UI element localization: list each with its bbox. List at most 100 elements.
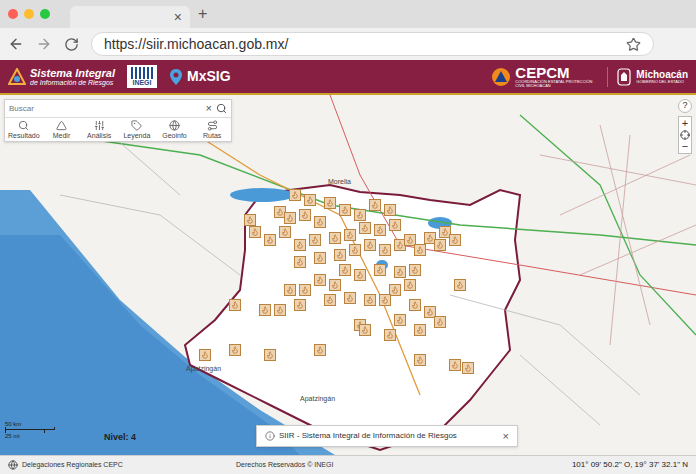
scale-bar: 50 km25 mi	[5, 421, 55, 439]
status-bar: Delegaciones Regionales CEPCDerechos Res…	[0, 455, 696, 474]
tool-button[interactable]: Medir	[43, 120, 81, 139]
search-icon[interactable]	[216, 103, 227, 114]
fire-marker-icon[interactable]	[244, 214, 256, 226]
app-window: × + https://siir.michoacan.gob.mx/Sistema …	[0, 0, 696, 474]
fire-marker-icon[interactable]	[359, 222, 371, 234]
fire-marker-icon[interactable]	[374, 224, 386, 236]
tool-button[interactable]: Rutas	[193, 120, 231, 139]
fire-marker-icon[interactable]	[339, 204, 351, 216]
fire-marker-icon[interactable]	[284, 284, 296, 296]
fire-marker-icon[interactable]	[229, 299, 241, 311]
fire-marker-icon[interactable]	[379, 244, 391, 256]
fire-marker-icon[interactable]	[359, 324, 371, 336]
fire-marker-icon[interactable]	[279, 226, 291, 238]
minimize-dot-icon[interactable]	[24, 9, 34, 19]
tool-button[interactable]: Resultado	[5, 120, 43, 139]
fire-marker-icon[interactable]	[329, 232, 341, 244]
search-clear-button[interactable]: ×	[202, 103, 216, 114]
regions-link[interactable]: Delegaciones Regionales CEPC	[22, 460, 123, 471]
search-field[interactable]: Buscar×	[5, 100, 231, 118]
fire-marker-icon[interactable]	[199, 349, 211, 361]
zoom-out-button[interactable]: −	[682, 140, 688, 153]
fire-marker-icon[interactable]	[284, 212, 296, 224]
regions-icon[interactable]	[8, 460, 18, 470]
fire-marker-icon[interactable]	[294, 239, 306, 251]
place-label: Apatzingán	[186, 364, 221, 375]
reload-icon[interactable]	[64, 37, 79, 52]
search-placeholder: Buscar	[9, 103, 202, 115]
tool-button[interactable]: Leyenda	[118, 120, 156, 139]
fire-marker-icon[interactable]	[409, 299, 421, 311]
fire-marker-icon[interactable]	[264, 234, 276, 246]
new-tab-button[interactable]: +	[198, 6, 207, 22]
fire-marker-icon[interactable]	[324, 197, 336, 209]
fire-marker-icon[interactable]	[289, 189, 301, 201]
fire-marker-icon[interactable]	[394, 266, 406, 278]
place-label: Morelia	[328, 177, 351, 188]
fire-marker-icon[interactable]	[304, 194, 316, 206]
fire-marker-icon[interactable]	[414, 244, 426, 256]
fire-marker-icon[interactable]	[384, 329, 396, 341]
fire-marker-icon[interactable]	[294, 299, 306, 311]
fire-marker-icon[interactable]	[259, 304, 271, 316]
fire-marker-icon[interactable]	[314, 274, 326, 286]
forward-arrow-icon[interactable]	[36, 36, 52, 52]
map-canvas[interactable]: MoreliaApatzingánApatzingánBuscar×Result…	[0, 95, 696, 455]
fire-marker-icon[interactable]	[434, 239, 446, 251]
fire-marker-icon[interactable]	[314, 216, 326, 228]
fire-marker-icon[interactable]	[249, 226, 261, 238]
fire-marker-icon[interactable]	[329, 279, 341, 291]
fire-marker-icon[interactable]	[414, 354, 426, 366]
fire-marker-icon[interactable]	[449, 234, 461, 246]
fire-marker-icon[interactable]	[314, 344, 326, 356]
fire-marker-icon[interactable]	[374, 264, 386, 276]
close-dot-icon[interactable]	[8, 9, 18, 19]
fire-marker-icon[interactable]	[384, 204, 396, 216]
zoom-in-button[interactable]: +	[682, 117, 688, 130]
address-bar[interactable]: https://siir.michoacan.gob.mx/	[91, 32, 654, 56]
bookmark-star-icon[interactable]	[626, 37, 641, 52]
fire-marker-icon[interactable]	[449, 359, 461, 371]
maximize-dot-icon[interactable]	[40, 9, 50, 19]
fire-marker-icon[interactable]	[294, 256, 306, 268]
fire-marker-icon[interactable]	[354, 269, 366, 281]
window-controls	[8, 9, 50, 19]
map-pin-icon	[169, 68, 183, 86]
fire-marker-icon[interactable]	[414, 324, 426, 336]
fire-marker-icon[interactable]	[354, 209, 366, 221]
fire-marker-icon[interactable]	[344, 229, 356, 241]
fire-marker-icon[interactable]	[334, 249, 346, 261]
app-title: Sistema Integral	[30, 68, 115, 79]
fire-marker-icon[interactable]	[349, 244, 361, 256]
locate-icon[interactable]	[680, 130, 690, 140]
fire-marker-icon[interactable]	[369, 199, 381, 211]
tab-close-button[interactable]: ×	[174, 10, 182, 24]
fire-marker-icon[interactable]	[314, 252, 326, 264]
fire-marker-icon[interactable]	[264, 349, 276, 361]
fire-marker-icon[interactable]	[364, 294, 376, 306]
browser-tab[interactable]: ×	[70, 6, 190, 28]
fire-marker-icon[interactable]	[404, 279, 416, 291]
help-button[interactable]: ?	[678, 99, 692, 113]
fire-marker-icon[interactable]	[462, 362, 474, 374]
fire-marker-icon[interactable]	[394, 314, 406, 326]
fire-marker-icon[interactable]	[389, 219, 401, 231]
fire-marker-icon[interactable]	[434, 316, 446, 328]
tool-button[interactable]: Análisis	[80, 120, 118, 139]
fire-marker-icon[interactable]	[344, 292, 356, 304]
fire-marker-icon[interactable]	[299, 284, 311, 296]
fire-marker-icon[interactable]	[274, 304, 286, 316]
fire-marker-icon[interactable]	[309, 234, 321, 246]
tool-row: ResultadoMedirAnálisisLeyendaGeoinfoRuta…	[5, 118, 231, 141]
popup-close-button[interactable]: ×	[503, 431, 509, 442]
fire-marker-icon[interactable]	[324, 294, 336, 306]
fire-marker-icon[interactable]	[409, 264, 421, 276]
fire-marker-icon[interactable]	[339, 264, 351, 276]
fire-marker-icon[interactable]	[379, 294, 391, 306]
tool-button[interactable]: Geoinfo	[156, 120, 194, 139]
fire-marker-icon[interactable]	[364, 239, 376, 251]
fire-marker-icon[interactable]	[454, 279, 466, 291]
fire-marker-icon[interactable]	[229, 344, 241, 356]
fire-marker-icon[interactable]	[299, 209, 311, 221]
back-arrow-icon[interactable]	[8, 36, 24, 52]
